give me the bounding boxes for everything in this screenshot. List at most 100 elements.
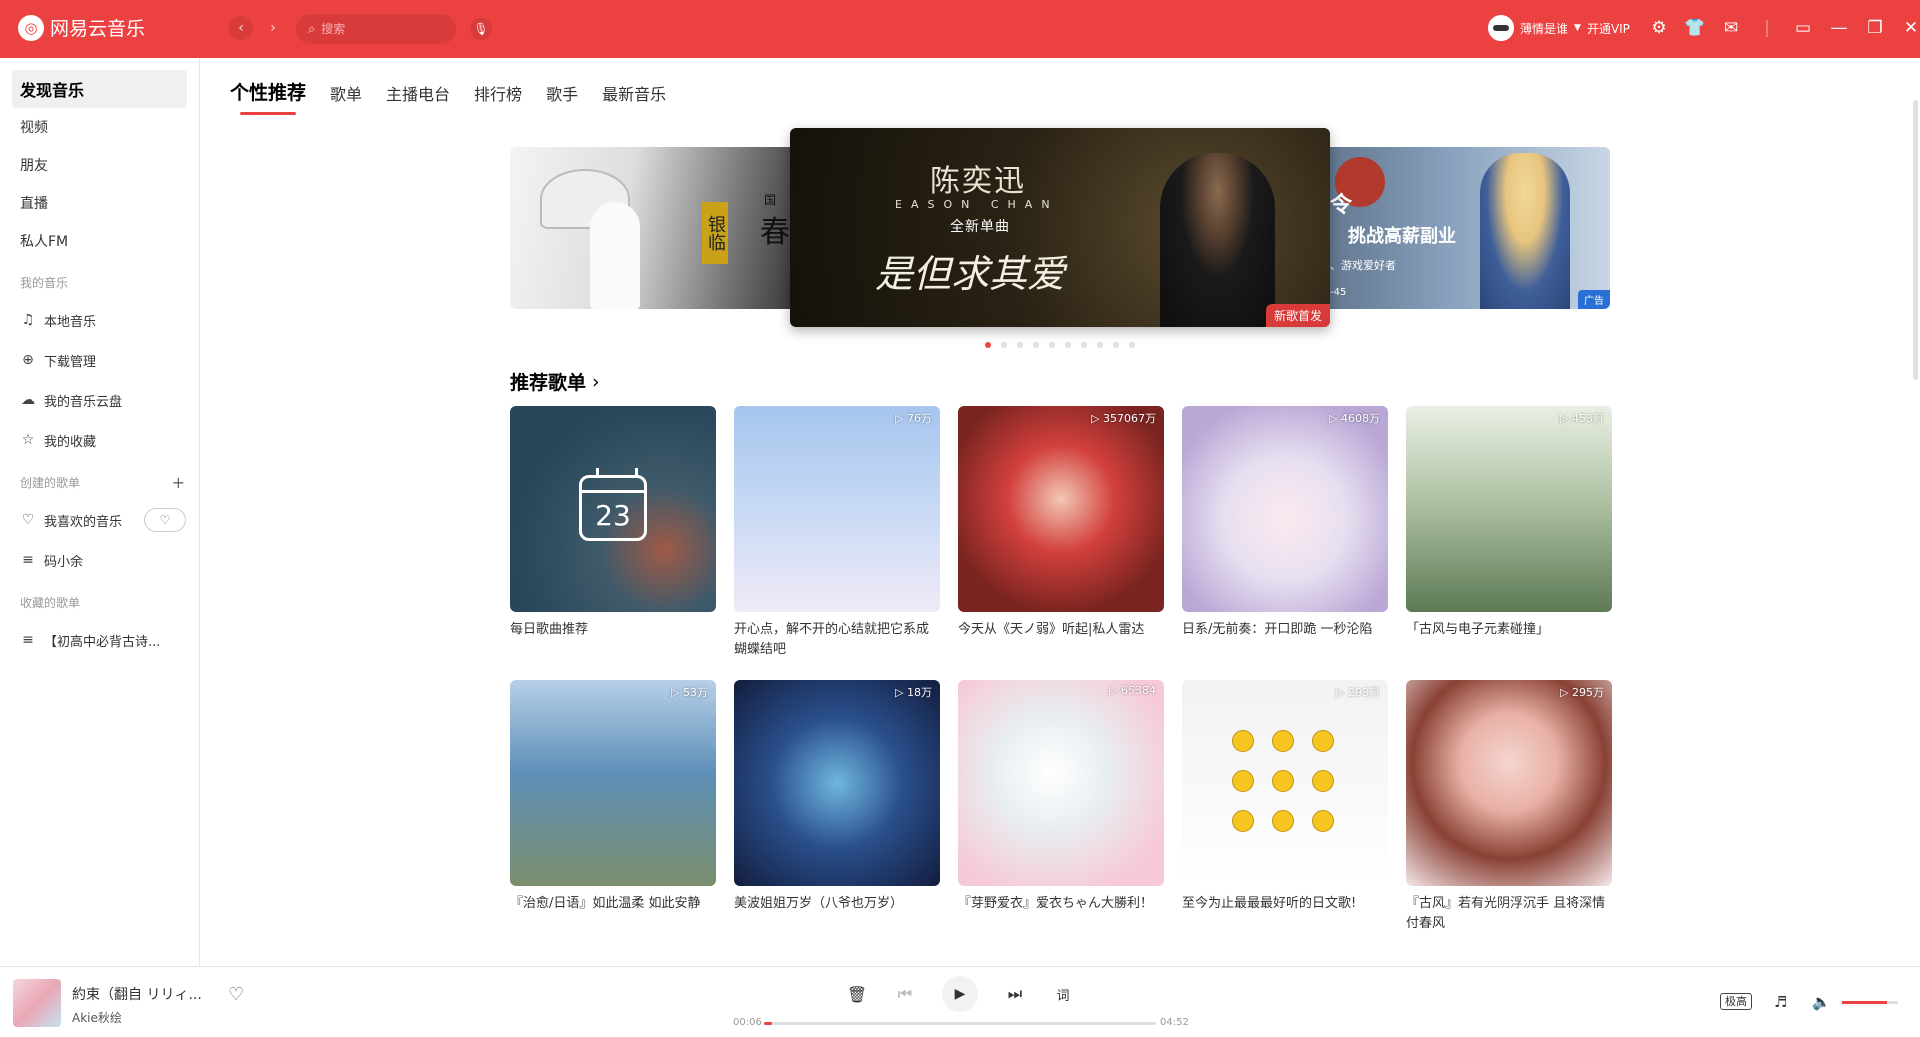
playlist-title[interactable]: 日系/无前奏：开口即跪 一秒沦陷 xyxy=(1182,620,1388,640)
sidebar-item-fm[interactable]: 私人FM xyxy=(0,222,199,260)
created-playlists-heading[interactable]: 创建的歌单 + xyxy=(0,464,199,500)
user-menu[interactable]: 薄情是谁 ▼ 开通VIP xyxy=(1488,15,1630,41)
carousel-dot[interactable] xyxy=(985,342,991,348)
playlist-title[interactable]: 每日歌曲推荐 xyxy=(510,620,716,640)
maximize-icon[interactable]: ❐ xyxy=(1864,18,1886,38)
playlist-title[interactable]: 美波姐姐万岁（八爷也万岁） xyxy=(734,894,940,914)
next-icon[interactable]: ⏭ xyxy=(1000,979,1030,1009)
sidebar-item-liked[interactable]: ♡ 我喜欢的音乐 ♡ xyxy=(0,500,199,540)
playlist-cover[interactable]: ▷ 295万 xyxy=(1406,680,1612,886)
previous-icon[interactable]: ⏮ xyxy=(890,979,920,1009)
add-playlist-icon[interactable]: + xyxy=(172,473,185,492)
minimize-icon[interactable]: — xyxy=(1828,18,1850,38)
playlist-cover[interactable]: ▷ 18万 xyxy=(734,680,940,886)
volume-icon[interactable]: 🔈 xyxy=(1812,993,1831,1011)
playlist-card[interactable]: ▷ 18万 美波姐姐万岁（八爷也万岁） xyxy=(734,680,940,934)
sidebar-item-video[interactable]: 视频 xyxy=(0,108,199,146)
tab-artists[interactable]: 歌手 xyxy=(546,81,578,115)
search-input[interactable] xyxy=(321,22,432,36)
progress-bar[interactable] xyxy=(764,1022,1156,1025)
playlist-card[interactable]: ▷ 295万 『古风』若有光阴浮沉手 且将深情付春风 xyxy=(1406,680,1612,934)
playlist-cover[interactable]: 23 xyxy=(510,406,716,612)
mail-icon[interactable]: ✉ xyxy=(1720,18,1742,38)
back-button[interactable]: ‹ xyxy=(229,16,253,40)
playlist-card[interactable]: ▷ 4608万 日系/无前奏：开口即跪 一秒沦陷 xyxy=(1182,406,1388,660)
section-title[interactable]: 推荐歌单 › xyxy=(510,368,600,395)
forward-button[interactable]: › xyxy=(261,16,285,40)
carousel-dot[interactable] xyxy=(1081,342,1087,348)
playlist-title[interactable]: 今天从《天ノ弱》听起|私人雷达 xyxy=(958,620,1164,640)
sidebar-item-favorites[interactable]: ☆ 我的收藏 xyxy=(0,420,199,460)
avatar[interactable] xyxy=(1488,15,1514,41)
playlist-cover[interactable]: ▷ 76万 xyxy=(734,406,940,612)
carousel-dot[interactable] xyxy=(1129,342,1135,348)
playlist-card[interactable]: ▷ 65384 『芽野爱衣』爱衣ちゃん大勝利！ xyxy=(958,680,1164,934)
close-icon[interactable]: ✕ xyxy=(1900,18,1920,38)
sidebar-item-local[interactable]: ♫ 本地音乐 xyxy=(0,300,199,340)
tab-new-music[interactable]: 最新音乐 xyxy=(602,81,666,115)
gear-icon[interactable]: ⚙ xyxy=(1648,18,1670,38)
tab-recommend[interactable]: 个性推荐 xyxy=(230,78,306,115)
sidebar-item-discover[interactable]: 发现音乐 xyxy=(12,70,187,108)
tab-playlists[interactable]: 歌单 xyxy=(330,81,362,115)
trash-icon[interactable]: 🗑 xyxy=(842,979,872,1009)
sidebar-item-playlist[interactable]: ≡ 码小余 xyxy=(0,540,199,580)
playlist-cover[interactable]: ▷ 453万 xyxy=(1406,406,1612,612)
sidebar-item-collected[interactable]: ≡ 【初高中必背古诗... xyxy=(0,620,199,660)
tab-radio[interactable]: 主播电台 xyxy=(386,81,450,115)
sidebar-item-cloud[interactable]: ☁ 我的音乐云盘 xyxy=(0,380,199,420)
app-logo[interactable]: ◎ 网易云音乐 xyxy=(18,14,145,41)
now-playing-title[interactable]: 約束（翻自 リリィ... xyxy=(72,984,202,1004)
playlist-cover[interactable]: ▷ 53万 xyxy=(510,680,716,886)
quality-button[interactable]: 极高 xyxy=(1720,993,1752,1010)
user-name[interactable]: 薄情是谁 xyxy=(1520,20,1568,37)
banner-left[interactable]: 银临 国 春 xyxy=(510,147,800,309)
like-heart-icon[interactable]: ♡ xyxy=(228,984,244,1005)
collected-playlists-heading[interactable]: 收藏的歌单 xyxy=(0,584,199,620)
vip-link[interactable]: 开通VIP xyxy=(1587,20,1630,37)
playlist-card[interactable]: ▷ 453万 「古风与电子元素碰撞」 xyxy=(1406,406,1612,660)
play-button[interactable]: ▶ xyxy=(942,976,978,1012)
playlist-title[interactable]: 「古风与电子元素碰撞」 xyxy=(1406,620,1612,640)
dropdown-arrow-icon[interactable]: ▼ xyxy=(1574,23,1581,33)
playlist-cover[interactable]: ▷ 293万 xyxy=(1182,680,1388,886)
carousel-dot[interactable] xyxy=(1033,342,1039,348)
carousel-dot[interactable] xyxy=(1049,342,1055,348)
lyrics-icon[interactable]: 词 xyxy=(1048,979,1078,1009)
playlist-title[interactable]: 至今为止最最最好听的日文歌! xyxy=(1182,894,1388,914)
playlist-card[interactable]: ▷ 293万 至今为止最最最好听的日文歌! xyxy=(1182,680,1388,934)
playlist-card[interactable]: ▷ 357067万 今天从《天ノ弱》听起|私人雷达 xyxy=(958,406,1164,660)
carousel-dot[interactable] xyxy=(1001,342,1007,348)
carousel-dot[interactable] xyxy=(1113,342,1119,348)
playlist-title[interactable]: 『芽野爱衣』爱衣ちゃん大勝利！ xyxy=(958,894,1164,914)
mic-icon[interactable]: 🎙 xyxy=(470,18,492,40)
mini-mode-icon[interactable]: ▭ xyxy=(1792,18,1814,38)
now-playing-cover[interactable] xyxy=(13,979,61,1027)
playlist-card[interactable]: ▷ 53万 『治愈/日语』如此温柔 如此安静 xyxy=(510,680,716,934)
sidebar-item-downloads[interactable]: ⊕ 下载管理 xyxy=(0,340,199,380)
banner-right[interactable]: 令 挑战高薪副业 、游戏爱好者 -45 广告 xyxy=(1300,147,1610,309)
playlist-card[interactable]: ▷ 76万 开心点，解不开的心结就把它系成蝴蝶结吧 xyxy=(734,406,940,660)
heartbeat-mode-button[interactable]: ♡ xyxy=(144,508,187,532)
playlist-title[interactable]: 开心点，解不开的心结就把它系成蝴蝶结吧 xyxy=(734,620,940,660)
now-playing-artist[interactable]: Akie秋绘 xyxy=(72,1009,122,1026)
sidebar-item-friends[interactable]: 朋友 xyxy=(0,146,199,184)
sidebar-item-live[interactable]: 直播 xyxy=(0,184,199,222)
playlist-cover[interactable]: ▷ 4608万 xyxy=(1182,406,1388,612)
carousel-dot[interactable] xyxy=(1097,342,1103,348)
shirt-icon[interactable]: 👕 xyxy=(1684,18,1706,38)
playlist-title[interactable]: 『治愈/日语』如此温柔 如此安静 xyxy=(510,894,716,914)
search-box[interactable]: ⌕ xyxy=(296,14,456,44)
playlist-cover[interactable]: ▷ 357067万 xyxy=(958,406,1164,612)
netease-logo-icon: ◎ xyxy=(18,14,44,41)
carousel-dot[interactable] xyxy=(1065,342,1071,348)
playlist-cover[interactable]: ▷ 65384 xyxy=(958,680,1164,886)
tab-charts[interactable]: 排行榜 xyxy=(474,81,522,115)
sound-effect-icon[interactable]: ♬ xyxy=(1774,993,1787,1011)
scrollbar[interactable] xyxy=(1913,100,1918,380)
banner-center[interactable]: 陈奕迅 EASON CHAN 全新单曲 是但求其爱 新歌首发 xyxy=(790,128,1330,327)
playlist-title[interactable]: 『古风』若有光阴浮沉手 且将深情付春风 xyxy=(1406,894,1612,934)
playlist-card[interactable]: 23 每日歌曲推荐 xyxy=(510,406,716,660)
carousel-dot[interactable] xyxy=(1017,342,1023,348)
volume-slider[interactable] xyxy=(1842,1001,1898,1004)
